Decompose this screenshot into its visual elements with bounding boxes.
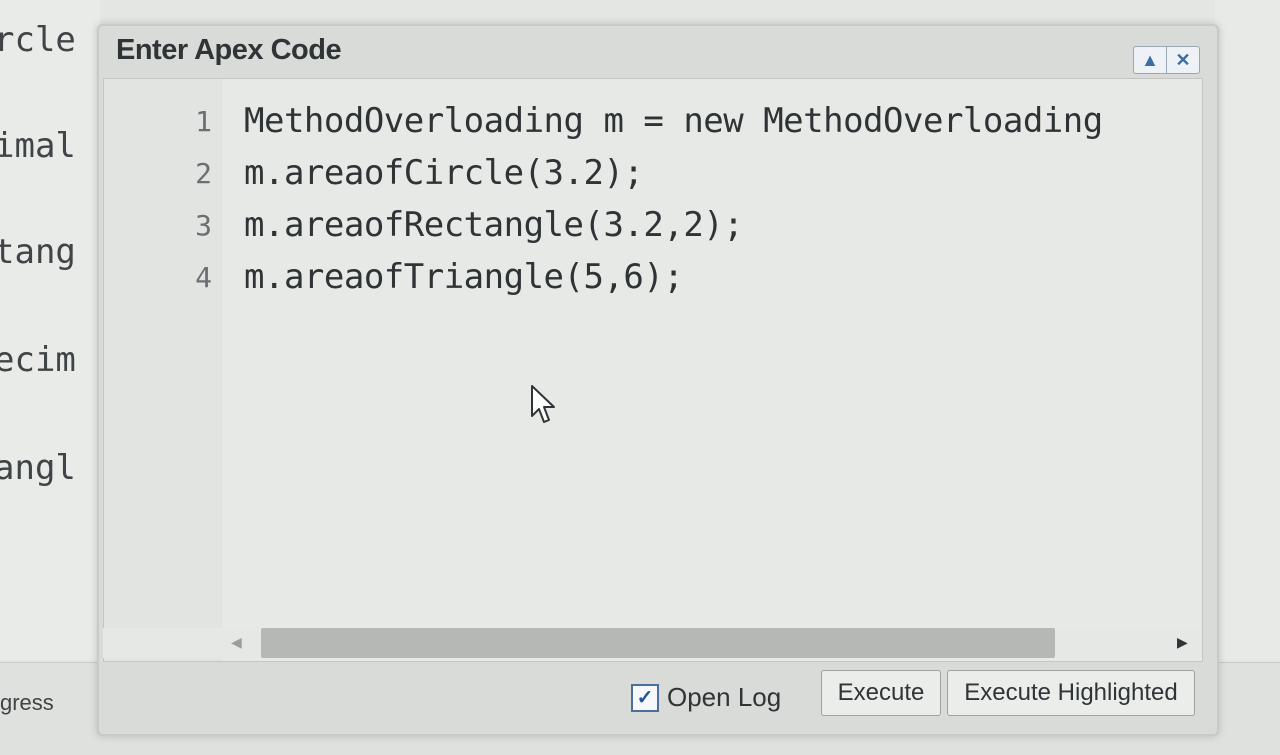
open-log-checkbox[interactable]: ✓: [631, 683, 659, 712]
background-panel-right: [1215, 0, 1280, 660]
code-editor[interactable]: 1 2 3 4 MethodOverloading m = new Method…: [103, 78, 1203, 662]
code-line[interactable]: m.areaofTriangle(5,6);: [244, 257, 684, 297]
code-line[interactable]: m.areaofCircle(3.2);: [244, 153, 644, 193]
execute-highlighted-button[interactable]: Execute Highlighted: [947, 670, 1195, 716]
background-code-fragment: angl: [0, 448, 76, 488]
mouse-pointer-icon: [531, 385, 555, 423]
dialog-footer: ✓ Open Log Execute Execute Highlighted: [99, 666, 1217, 728]
titlebar-buttons: ▲ ✕: [1133, 46, 1200, 74]
horizontal-scrollbar[interactable]: ◀ ▶: [103, 628, 1201, 658]
open-log-label: Open Log: [667, 682, 782, 712]
background-code-fragment: rcle: [0, 20, 76, 60]
scroll-right-arrow-icon[interactable]: ▶: [1177, 634, 1188, 651]
maximize-icon[interactable]: ▲: [1134, 47, 1166, 73]
scrollbar-thumb[interactable]: [261, 628, 1055, 658]
close-icon[interactable]: ✕: [1166, 47, 1199, 73]
background-progress-tab[interactable]: gress: [0, 690, 54, 716]
line-number: 2: [195, 157, 212, 190]
dialog-titlebar[interactable]: Enter Apex Code ▲ ✕: [99, 26, 1217, 78]
line-number: 3: [195, 209, 212, 242]
open-log-option[interactable]: ✓ Open Log: [631, 682, 781, 713]
scroll-left-arrow-icon[interactable]: ◀: [231, 634, 242, 651]
line-number: 1: [195, 105, 212, 138]
execute-button[interactable]: Execute: [821, 670, 941, 716]
code-line[interactable]: m.areaofRectangle(3.2,2);: [244, 205, 744, 245]
apex-code-dialog: Enter Apex Code ▲ ✕ 1 2 3 4 MethodOverlo…: [97, 24, 1219, 736]
line-number-gutter: 1 2 3 4: [104, 79, 222, 661]
background-code-fragment: tang: [0, 232, 76, 272]
background-code-fragment: ecim: [0, 340, 76, 380]
code-line[interactable]: MethodOverloading m = new MethodOverload…: [244, 101, 1103, 141]
dialog-title: Enter Apex Code: [116, 34, 342, 66]
background-code-fragment: imal: [0, 126, 76, 166]
line-number: 4: [195, 261, 212, 294]
background-code-editor: rcle imal tang ecim angl: [0, 0, 100, 660]
